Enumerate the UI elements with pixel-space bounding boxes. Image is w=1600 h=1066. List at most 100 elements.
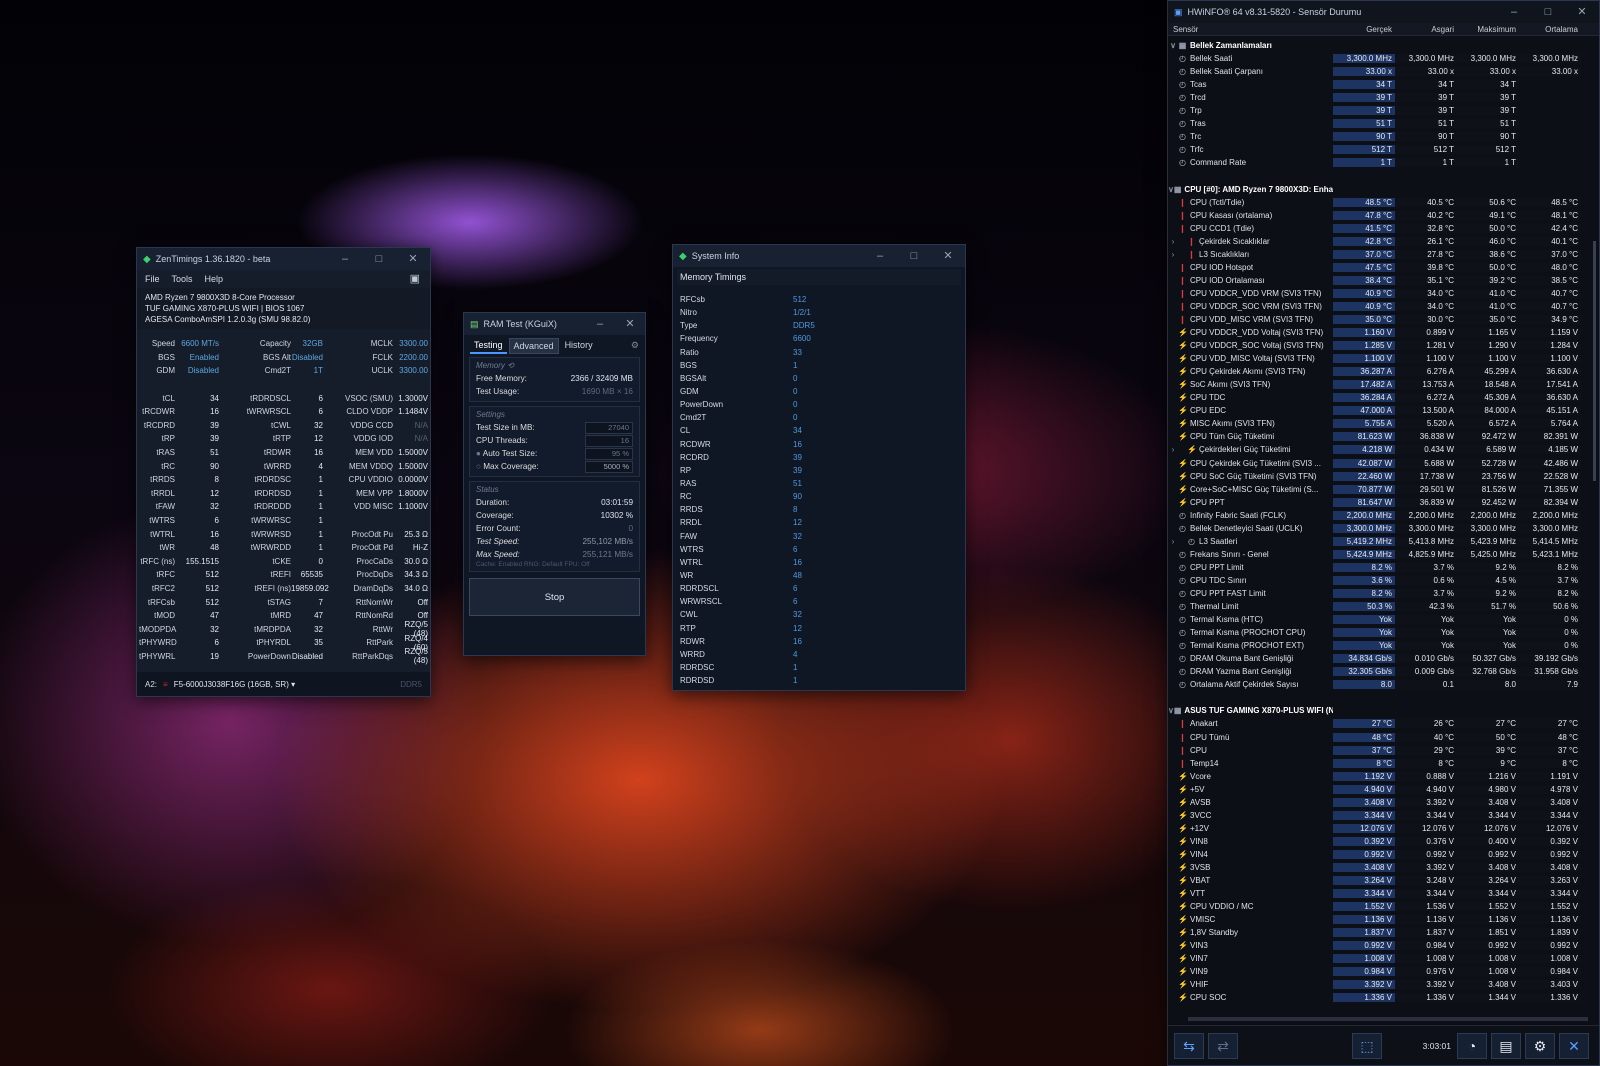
close-button[interactable]: ✕ — [615, 313, 645, 335]
value-current: 34.834 Gb/s — [1333, 654, 1395, 664]
column-current[interactable]: Gerçek — [1333, 25, 1395, 34]
timing-label: tRC — [161, 461, 175, 471]
expand-chevron-icon[interactable]: › — [1168, 445, 1178, 454]
sensor-label: Ortalama Aktif Çekirdek Sayısı — [1190, 680, 1299, 690]
column-max[interactable]: Maksimum — [1457, 25, 1519, 34]
column-avg[interactable]: Ortalama — [1519, 25, 1581, 34]
module-select[interactable]: F5-6000J3038F16G (16GB, SR) ▾ — [174, 680, 295, 689]
auto-size-input[interactable]: 95 % — [585, 447, 633, 460]
sysinfo-value: 0 — [793, 400, 798, 410]
sensor-name: ◴ Termal Kısma (HTC) — [1168, 615, 1333, 624]
hwinfo-titlebar[interactable]: ▣ HWiNFO® 64 v8.31-5820 - Sensör Durumu … — [1168, 1, 1599, 23]
maximize-button[interactable]: □ — [897, 245, 931, 267]
camera-icon[interactable]: ▣ — [410, 272, 420, 285]
volt-icon: ⚡ — [1178, 915, 1188, 925]
max-coverage-input[interactable]: 5000 % — [585, 460, 633, 473]
value-current: 81.623 W — [1333, 432, 1395, 442]
minimize-button[interactable]: – — [1497, 1, 1531, 23]
network-icon[interactable]: ⬚ — [1352, 1032, 1382, 1059]
value-avg: 42.486 W — [1519, 458, 1581, 468]
close-button[interactable]: ✕ — [1565, 1, 1599, 23]
tab-testing[interactable]: Testing — [470, 338, 507, 354]
menu-tools[interactable]: Tools — [172, 274, 193, 284]
timing-value: 12 — [314, 434, 323, 444]
settings-gear-icon[interactable]: ⚙ — [631, 338, 639, 354]
value-min: 34 T — [1395, 80, 1457, 90]
collapse-chevron-icon[interactable]: ∨ — [1168, 41, 1178, 50]
sensor-row: › ❙ Çekirdek Sıcaklıklar 42.8 °C 26.1 °C 46.0… — [1168, 235, 1593, 248]
close-button[interactable]: ✕ — [931, 245, 965, 267]
ramtest-titlebar[interactable]: ▤ RAM Test (KGuiX) – ✕ — [464, 313, 645, 335]
value-min: 32.8 °C — [1395, 223, 1457, 233]
menu-help[interactable]: Help — [205, 274, 224, 284]
maximize-button[interactable]: □ — [362, 248, 396, 270]
sensor-row: ◴ Bellek Saati Çarpanı 33.00 x 33.00 x 33.00… — [1168, 65, 1593, 78]
close-button[interactable]: ✕ — [396, 248, 430, 270]
sysinfo-row: RRDL 12 — [677, 516, 961, 529]
clock-icon[interactable]: ◔ — [1457, 1032, 1487, 1059]
sensor-row: › ⚡ Çekirdekleri Güç Tüketimi 4.218 W 0.434 … — [1168, 443, 1593, 456]
layout-arrows-icon[interactable]: ⇆ — [1174, 1032, 1204, 1059]
timing-value: 6600 MT/s — [181, 339, 219, 349]
threads-input[interactable]: 16 — [585, 434, 633, 447]
column-sensor[interactable]: Sensör — [1168, 25, 1333, 34]
expand-chevron-icon[interactable]: › — [1168, 250, 1178, 259]
maximize-button[interactable]: □ — [1531, 1, 1565, 23]
refresh-icon[interactable]: ⟲ — [507, 361, 514, 370]
timing-row: tWTRL 16 tWRWRSD 1 ProcOdt Pu 25.3 Ω — [139, 527, 428, 541]
timing-row: tPHYWRD 6 tPHYRDL 35 RttPark RZQ/4 (60) — [139, 634, 428, 652]
value-avg: 0 % — [1519, 641, 1581, 651]
sysinfo-key: Ratio — [680, 347, 699, 357]
value-avg: 82.391 W — [1519, 432, 1581, 442]
sensor-name: ❙ Temp14 — [1168, 759, 1333, 768]
max-coverage-row: ○ Max Coverage: 5000 % — [476, 460, 633, 473]
sensor-label: L3 Saatleri — [1199, 536, 1238, 546]
auto-size-radio[interactable]: ● — [476, 449, 481, 458]
sysinfo-key: RDRDSCL — [680, 584, 719, 594]
timing-label: DramDqDs — [353, 583, 393, 593]
value-min: 5,413.8 MHz — [1395, 536, 1457, 546]
collapse-arrows-icon[interactable]: ⇄ — [1208, 1032, 1238, 1059]
value-current: 2,200.0 MHz — [1333, 510, 1395, 520]
expand-chevron-icon[interactable]: › — [1168, 237, 1178, 246]
value-current: 3.392 V — [1333, 980, 1395, 990]
timing-label: CLDO VDDP — [346, 407, 393, 417]
sensor-name: › ❙ Çekirdek Sıcaklıklar — [1168, 237, 1333, 246]
stop-button[interactable]: Stop — [469, 578, 640, 616]
horizontal-scrollbar[interactable] — [1188, 1017, 1588, 1021]
sensor-row: › ❙ L3 Sıcaklıkları 37.0 °C 27.8 °C 38.6 °C 37… — [1168, 248, 1593, 261]
minimize-button[interactable]: – — [328, 248, 362, 270]
sysinfo-row: WRWRSCL 6 — [677, 595, 961, 608]
sysinfo-key: Frequency — [680, 334, 718, 344]
timing-value: 1 — [318, 529, 323, 539]
sensor-label: CPU PPT FAST Limit — [1190, 588, 1266, 598]
value-current: 3.6 % — [1333, 575, 1395, 585]
close-x-icon[interactable]: ✕ — [1559, 1032, 1589, 1059]
gear-icon[interactable]: ⚙ — [1525, 1032, 1555, 1059]
test-size-input[interactable]: 27040 — [585, 421, 633, 434]
vertical-scrollbar[interactable] — [1593, 241, 1596, 481]
zentimings-window: ◆ ZenTimings 1.36.1820 - beta – □ ✕ File… — [136, 247, 431, 697]
sensor-name: ⚡ VIN4 — [1168, 850, 1333, 859]
tab-history[interactable]: History — [561, 338, 597, 354]
column-min[interactable]: Asgari — [1395, 25, 1457, 34]
error-count-row: Error Count: 0 — [476, 522, 633, 535]
timing-row: tMOD 47 tMRD 47 RttNomRd Off — [139, 609, 428, 623]
report-icon[interactable]: ▤ — [1491, 1032, 1521, 1059]
timing-value: 65535 — [300, 570, 323, 580]
minimize-button[interactable]: – — [863, 245, 897, 267]
value-avg: 0.992 V — [1519, 941, 1581, 951]
expand-chevron-icon[interactable]: › — [1168, 537, 1178, 546]
timing-label: ProcOdt Pu — [351, 529, 393, 539]
value-avg: 71.355 W — [1519, 484, 1581, 494]
clock-icon: ◴ — [1179, 562, 1186, 572]
sysinfo-titlebar[interactable]: ◆ System Info – □ ✕ — [673, 245, 965, 267]
tab-advanced[interactable]: Advanced — [508, 338, 559, 354]
max-coverage-radio[interactable]: ○ — [476, 462, 481, 471]
value-current: 1 T — [1333, 158, 1395, 168]
zentimings-titlebar[interactable]: ◆ ZenTimings 1.36.1820 - beta – □ ✕ — [137, 248, 430, 270]
menu-file[interactable]: File — [145, 274, 160, 284]
sensor-label: Bellek Saati Çarpanı — [1190, 67, 1263, 77]
minimize-button[interactable]: – — [585, 313, 615, 335]
volt-icon: ⚡ — [1178, 458, 1188, 468]
